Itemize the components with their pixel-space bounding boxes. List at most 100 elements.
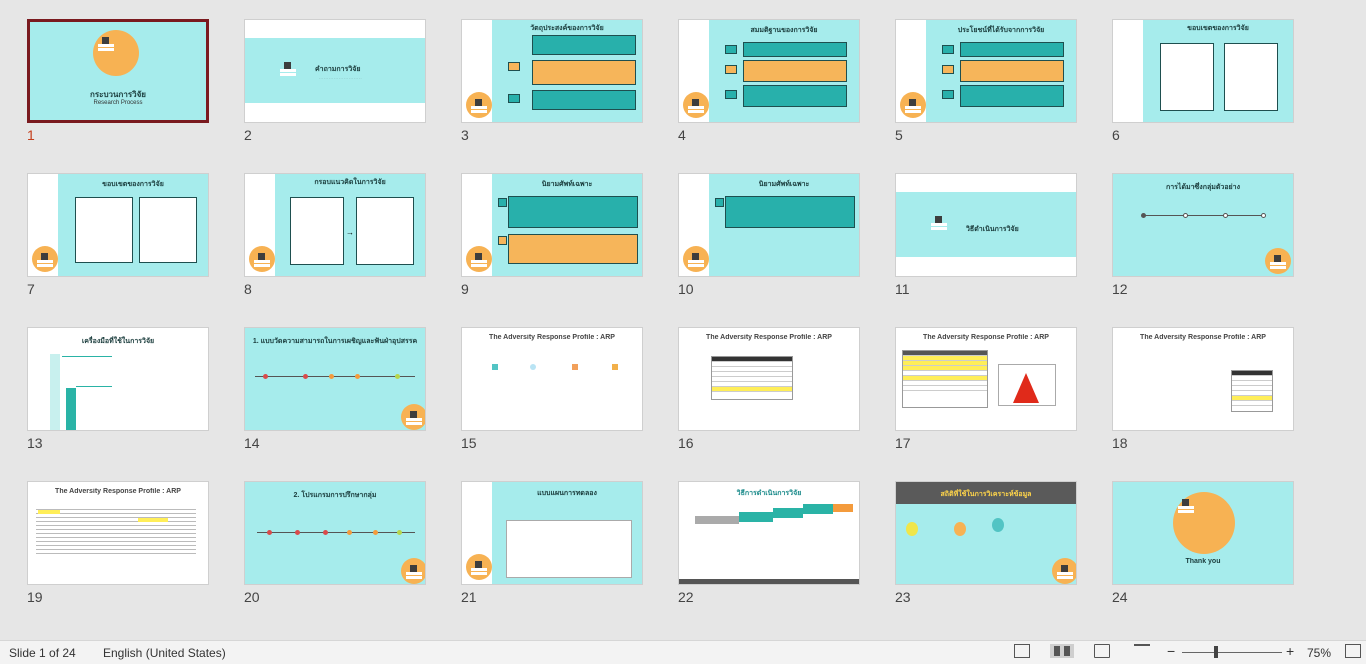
books-icon — [275, 55, 301, 81]
slide-title: นิยามศัพท์เฉพาะ — [541, 181, 593, 188]
slide-preview[interactable]: ประโยชน์ที่ได้รับจากการวิจัย — [895, 19, 1077, 123]
zoom-in-button[interactable]: + — [1286, 643, 1294, 659]
slide-number: 11 — [895, 281, 910, 297]
slide-title: แบบแผนการทดลอง — [537, 490, 597, 497]
fit-to-window-icon[interactable] — [1345, 644, 1361, 658]
zoom-level[interactable]: 75% — [1307, 646, 1331, 660]
slide-number: 15 — [461, 435, 477, 451]
books-icon — [683, 92, 709, 118]
slide-thumbnail[interactable]: The Adversity Response Profile : ARP 17 — [895, 327, 1077, 457]
slide-thumbnail[interactable]: กระบวนการวิจัย Research Process 1 — [27, 19, 209, 149]
slide-number: 18 — [1112, 435, 1128, 451]
slide-preview[interactable]: แบบแผนการทดลอง — [461, 481, 643, 585]
status-bar: Slide 1 of 24 English (United States) − … — [0, 640, 1366, 664]
books-icon — [466, 246, 492, 272]
slide-thumbnail[interactable]: Thank you 24 — [1112, 481, 1294, 611]
slide-thumbnail[interactable]: วิธีการดำเนินการวิจัย 22 — [678, 481, 860, 611]
slide-title: The Adversity Response Profile : ARP — [55, 488, 181, 495]
books-icon — [466, 554, 492, 580]
slide-preview[interactable]: วัตถุประสงค์ของการวิจัย — [461, 19, 643, 123]
books-icon — [32, 246, 58, 272]
slide-number: 5 — [895, 127, 903, 143]
slide-thumbnail[interactable]: The Adversity Response Profile : ARP 19 — [27, 481, 209, 611]
slide-thumbnail[interactable]: นิยามศัพท์เฉพาะ 10 — [678, 173, 860, 303]
slide-count-indicator[interactable]: Slide 1 of 24 — [9, 646, 76, 660]
slide-number: 8 — [244, 281, 252, 297]
zoom-slider[interactable] — [1182, 652, 1282, 653]
slide-title: กรอบแนวคิดในการวิจัย — [314, 179, 386, 186]
books-icon — [401, 558, 425, 584]
slide-thumbnail[interactable]: 1. แบบวัดความสามารถในการเผชิญและฟันฝ่าอุ… — [244, 327, 426, 457]
slide-thumbnail[interactable]: 2. โปรแกรมการปรึกษากลุ่ม 20 — [244, 481, 426, 611]
zoom-slider-thumb[interactable] — [1214, 646, 1218, 658]
books-icon — [683, 246, 709, 272]
slide-preview[interactable]: ขอบเขตของการวิจัย — [1112, 19, 1294, 123]
slide-preview[interactable]: วิธีการดำเนินการวิจัย — [678, 481, 860, 585]
slide-number: 23 — [895, 589, 911, 605]
slide-preview[interactable]: The Adversity Response Profile : ARP — [27, 481, 209, 585]
slide-thumbnail[interactable]: The Adversity Response Profile : ARP 16 — [678, 327, 860, 457]
slide-number: 9 — [461, 281, 469, 297]
slide-preview[interactable]: The Adversity Response Profile : ARP — [461, 327, 643, 431]
slide-preview[interactable]: The Adversity Response Profile : ARP — [895, 327, 1077, 431]
slide-title: The Adversity Response Profile : ARP — [706, 334, 832, 341]
slide-preview[interactable]: กระบวนการวิจัย Research Process — [27, 19, 209, 123]
reading-view-icon[interactable] — [1094, 644, 1110, 658]
slide-preview[interactable]: วิธีดำเนินการวิจัย — [895, 173, 1077, 277]
slide-thumbnail[interactable]: วัตถุประสงค์ของการวิจัย 3 — [461, 19, 643, 149]
zoom-out-button[interactable]: − — [1167, 643, 1175, 659]
slide-preview[interactable]: เครื่องมือที่ใช้ในการวิจัย — [27, 327, 209, 431]
slide-preview[interactable]: การได้มาซึ่งกลุ่มตัวอย่าง — [1112, 173, 1294, 277]
slide-title: ขอบเขตของการวิจัย — [1187, 25, 1249, 32]
slide-preview[interactable]: Thank you — [1112, 481, 1294, 585]
books-icon — [1173, 492, 1235, 554]
slide-title: วัตถุประสงค์ของการวิจัย — [530, 25, 604, 32]
normal-view-icon[interactable] — [1014, 644, 1030, 658]
slide-number: 20 — [244, 589, 260, 605]
slide-preview[interactable]: สมมติฐานของการวิจัย — [678, 19, 860, 123]
slide-thumbnail[interactable]: ขอบเขตของการวิจัย 6 — [1112, 19, 1294, 149]
slide-thumbnail[interactable]: เครื่องมือที่ใช้ในการวิจัย 13 — [27, 327, 209, 457]
slide-number: 16 — [678, 435, 694, 451]
slide-thumbnail[interactable]: คำถามการวิจัย . . . . . . . . . . . . . … — [244, 19, 426, 149]
slide-preview[interactable]: คำถามการวิจัย . . . . . . . . . . . . . … — [244, 19, 426, 123]
slide-preview[interactable]: The Adversity Response Profile : ARP — [1112, 327, 1294, 431]
slide-number: 24 — [1112, 589, 1128, 605]
slide-preview[interactable]: ขอบเขตของการวิจัย — [27, 173, 209, 277]
slide-preview[interactable]: นิยามศัพท์เฉพาะ — [461, 173, 643, 277]
slide-title: The Adversity Response Profile : ARP — [923, 334, 1049, 341]
slide-sorter-icon[interactable] — [1050, 644, 1074, 658]
slide-preview[interactable]: 2. โปรแกรมการปรึกษากลุ่ม — [244, 481, 426, 585]
slide-thumbnail[interactable]: นิยามศัพท์เฉพาะ 9 — [461, 173, 643, 303]
language-indicator[interactable]: English (United States) — [103, 646, 226, 660]
slide-number: 14 — [244, 435, 260, 451]
books-icon — [401, 404, 425, 430]
slide-thumbnail[interactable]: สมมติฐานของการวิจัย 4 — [678, 19, 860, 149]
slide-number: 1 — [27, 127, 35, 143]
slide-preview[interactable]: The Adversity Response Profile : ARP — [678, 327, 860, 431]
slide-thumbnail[interactable]: สถิติที่ใช้ในการวิเคราะห์ข้อมูล 23 — [895, 481, 1077, 611]
slide-thumbnail[interactable]: วิธีดำเนินการวิจัย 11 — [895, 173, 1077, 303]
slide-title: The Adversity Response Profile : ARP — [489, 334, 615, 341]
slide-preview[interactable]: 1. แบบวัดความสามารถในการเผชิญและฟันฝ่าอุ… — [244, 327, 426, 431]
books-icon — [1052, 558, 1076, 584]
slide-number: 10 — [678, 281, 694, 297]
books-icon — [466, 92, 492, 118]
slide-preview[interactable]: นิยามศัพท์เฉพาะ — [678, 173, 860, 277]
slide-number: 21 — [461, 589, 477, 605]
slide-thumbnail[interactable]: การได้มาซึ่งกลุ่มตัวอย่าง 12 — [1112, 173, 1294, 303]
slide-show-icon[interactable] — [1134, 644, 1150, 658]
slide-preview[interactable]: กรอบแนวคิดในการวิจัย → — [244, 173, 426, 277]
slide-thumbnail[interactable]: กรอบแนวคิดในการวิจัย → 8 — [244, 173, 426, 303]
slide-thumbnail[interactable]: ขอบเขตของการวิจัย 7 — [27, 173, 209, 303]
slide-thumbnail[interactable]: The Adversity Response Profile : ARP 18 — [1112, 327, 1294, 457]
slide-thumbnail[interactable]: ประโยชน์ที่ได้รับจากการวิจัย 5 — [895, 19, 1077, 149]
slide-preview[interactable]: สถิติที่ใช้ในการวิเคราะห์ข้อมูล — [895, 481, 1077, 585]
slide-thumbnail[interactable]: The Adversity Response Profile : ARP 15 — [461, 327, 643, 457]
slide-title: 1. แบบวัดความสามารถในการเผชิญและฟันฝ่าอุ… — [252, 338, 418, 345]
slide-title: Thank you — [1185, 558, 1221, 565]
slide-title: The Adversity Response Profile : ARP — [1140, 334, 1266, 341]
slide-thumbnail[interactable]: แบบแผนการทดลอง 21 — [461, 481, 643, 611]
books-icon — [93, 30, 139, 76]
slide-title: ประโยชน์ที่ได้รับจากการวิจัย — [957, 27, 1045, 34]
